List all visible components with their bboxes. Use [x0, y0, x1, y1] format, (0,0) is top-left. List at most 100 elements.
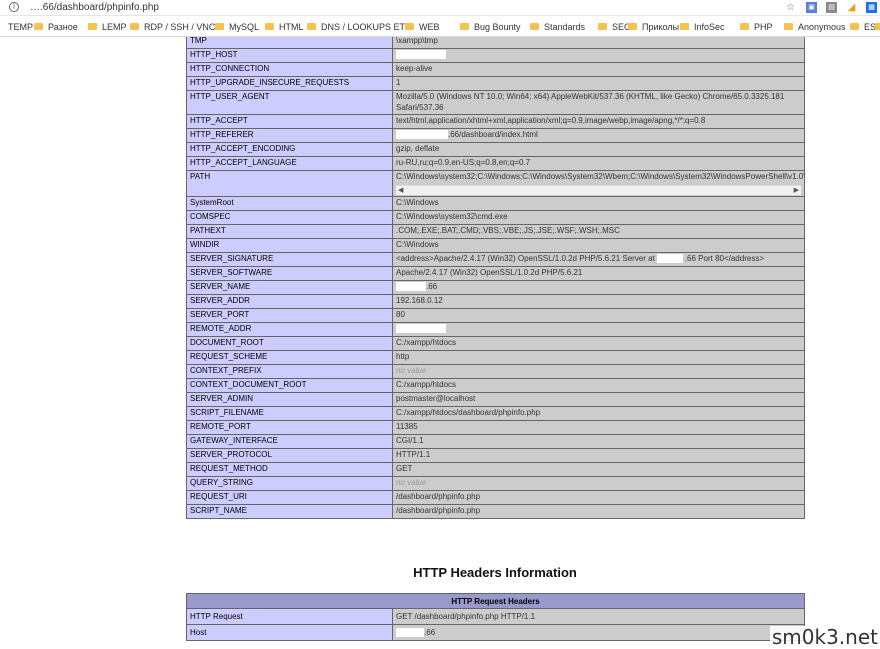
variable-name: SCRIPT_FILENAME — [186, 406, 393, 421]
value-text: C:/xampp/htdocs — [396, 380, 457, 389]
variable-name: HTTP_ACCEPT — [186, 114, 393, 129]
variable-name: SERVER_NAME — [186, 280, 393, 295]
bookmark-item[interactable]: MySQL — [215, 20, 259, 34]
bookmark-item[interactable]: WEB — [405, 20, 440, 34]
bookmark-item[interactable]: LEMP — [88, 20, 127, 34]
extension-icon[interactable]: ▤ — [826, 2, 837, 13]
folder-icon — [307, 23, 316, 31]
extension-icon[interactable]: ▦ — [866, 2, 877, 13]
bookmark-item[interactable]: DNS / LOOKUPS ETC — [307, 20, 412, 34]
bookmark-label: TEMP — [8, 22, 34, 32]
star-icon[interactable]: ☆ — [785, 2, 796, 13]
variable-value — [392, 48, 805, 63]
scroll-right-icon[interactable]: ▶ — [794, 186, 799, 195]
table-row: REQUEST_SCHEME http — [186, 350, 805, 365]
table-row: HTTP_USER_AGENT Mozilla/5.0 (Windows NT 1… — [186, 90, 805, 115]
value-text: <address>Apache/2.4.17 (Win32) OpenSSL/1… — [396, 254, 655, 263]
table-row: PATHEXT .COM;.EXE;.BAT;.CMD;.VBS;.VBE;.JS… — [186, 224, 805, 239]
variable-name: HTTP_UPGRADE_INSECURE_REQUESTS — [186, 76, 393, 91]
value-text: C:\Windows — [396, 240, 439, 249]
variable-value: C:\Windows — [392, 196, 805, 211]
variable-name: REQUEST_URI — [186, 490, 393, 505]
bookmark-item[interactable]: TEMP — [8, 20, 33, 34]
folder-icon — [850, 23, 859, 31]
variable-name: SERVER_SOFTWARE — [186, 266, 393, 281]
value-text: .66 — [424, 628, 436, 637]
table-row: SCRIPT_FILENAME C:/xampp/htdocs/dashboard… — [186, 406, 805, 421]
variable-name: PATHEXT — [186, 224, 393, 239]
bookmark-label: Anonymous — [798, 22, 846, 32]
variable-name: WINDIR — [186, 238, 393, 253]
redaction-mask — [396, 324, 446, 334]
value-text: .66 — [426, 282, 438, 291]
value-text: ru-RU,ru;q=0.9,en-US;q=0.8,en;q=0.7 — [396, 158, 531, 167]
rss-icon[interactable]: ◢ — [846, 2, 857, 13]
variable-value: keep-alive — [392, 62, 805, 77]
variable-name: REQUEST_SCHEME — [186, 350, 393, 365]
variable-value: /dashboard/phpinfo.php — [392, 504, 805, 519]
bookmark-item[interactable]: HTML — [265, 20, 304, 34]
variable-value: text/html,application/xhtml+xml,applicat… — [392, 114, 805, 129]
variable-name: REMOTE_ADDR — [186, 322, 393, 337]
environment-table: TMP \xampp\tmp HTTP_HOST HTTP_CONNECTION kee… — [186, 37, 805, 519]
value-text: text/html,application/xhtml+xml,applicat… — [396, 116, 706, 125]
address-bar[interactable]: i ….66/dashboard/phpinfo.php ☆ ▣ ▤ ◢ ▦ — [0, 0, 880, 16]
bookmark-item[interactable]: Bug Bounty — [460, 20, 521, 34]
folder-icon — [628, 23, 637, 31]
table-row: HTTP_ACCEPT text/html,application/xhtml+x… — [186, 114, 805, 129]
bookmark-item[interactable]: Standards — [530, 20, 585, 34]
table-row: HTTP Request GET /dashboard/phpinfo.php H… — [186, 608, 806, 625]
table-row: COMSPEC C:\Windows\system32\cmd.exe — [186, 210, 805, 225]
table-row: DOCUMENT_ROOT C:/xampp/htdocs — [186, 336, 805, 351]
table-row: QUERY_STRING no value — [186, 476, 805, 491]
variable-value: C:\Windows\system32;C:\Windows;C:\Window… — [392, 170, 805, 197]
bookmark-item[interactable]: RDP / SSH / VNC — [130, 20, 215, 34]
table-row: SERVER_ADMIN postmaster@localhost — [186, 392, 805, 407]
table-row: REMOTE_ADDR — [186, 322, 805, 337]
bookmark-item[interactable]: Anonymous — [784, 20, 846, 34]
bookmark-item[interactable]: PHP — [740, 20, 773, 34]
value-text: http — [396, 352, 410, 361]
variable-name: SystemRoot — [186, 196, 393, 211]
table-row: TMP \xampp\tmp — [186, 37, 805, 49]
folder-icon — [34, 23, 43, 31]
table-row: HTTP_ACCEPT_ENCODING gzip, deflate — [186, 142, 805, 157]
value-text: keep-alive — [396, 64, 433, 73]
variable-name: HTTP_ACCEPT_LANGUAGE — [186, 156, 393, 171]
variable-value: 1 — [392, 76, 805, 91]
info-icon[interactable]: i — [9, 2, 19, 12]
value-text: \xampp\tmp — [396, 37, 438, 45]
variable-name: CONTEXT_DOCUMENT_ROOT — [186, 378, 393, 393]
variable-name: COMSPEC — [186, 210, 393, 225]
bookmark-label: InfoSec — [694, 22, 725, 32]
folder-icon — [265, 23, 274, 31]
variable-name: REMOTE_PORT — [186, 420, 393, 435]
bookmark-item[interactable]: En — [875, 20, 880, 34]
folder-icon — [405, 23, 414, 31]
bookmark-item[interactable]: SEO — [598, 20, 631, 34]
table-row: SERVER_PROTOCOL HTTP/1.1 — [186, 448, 805, 463]
bookmark-item[interactable]: Приколы — [628, 20, 679, 34]
bookmark-label: RDP / SSH / VNC — [144, 22, 216, 32]
scroll-left-icon[interactable]: ◀ — [398, 186, 403, 195]
variable-name: QUERY_STRING — [186, 476, 393, 491]
variable-name: HTTP_ACCEPT_ENCODING — [186, 142, 393, 157]
redaction-mask — [656, 254, 683, 264]
table-row: REQUEST_METHOD GET — [186, 462, 805, 477]
extension-icon[interactable]: ▣ — [806, 2, 817, 13]
folder-icon — [530, 23, 539, 31]
table-row: PATH C:\Windows\system32;C:\Windows;C:\Wi… — [186, 170, 805, 197]
folder-icon — [130, 23, 139, 31]
bookmarks-bar: TEMP Разное LEMP RDP / SSH / VNC MySQL HTML DN… — [0, 16, 880, 37]
variable-value — [392, 322, 805, 337]
variable-value: CGI/1.1 — [392, 434, 805, 449]
folder-icon — [740, 23, 749, 31]
horizontal-scrollbar[interactable]: ◀ ▶ — [396, 185, 801, 195]
bookmark-item[interactable]: Разное — [34, 20, 78, 34]
variable-value: \xampp\tmp — [392, 37, 805, 49]
bookmark-label: MySQL — [229, 22, 260, 32]
url-text[interactable]: ….66/dashboard/phpinfo.php — [30, 2, 159, 13]
table-row: CONTEXT_PREFIX no value — [186, 364, 805, 379]
bookmark-item[interactable]: InfoSec — [680, 20, 725, 34]
table-row: Host .66 — [186, 624, 806, 641]
